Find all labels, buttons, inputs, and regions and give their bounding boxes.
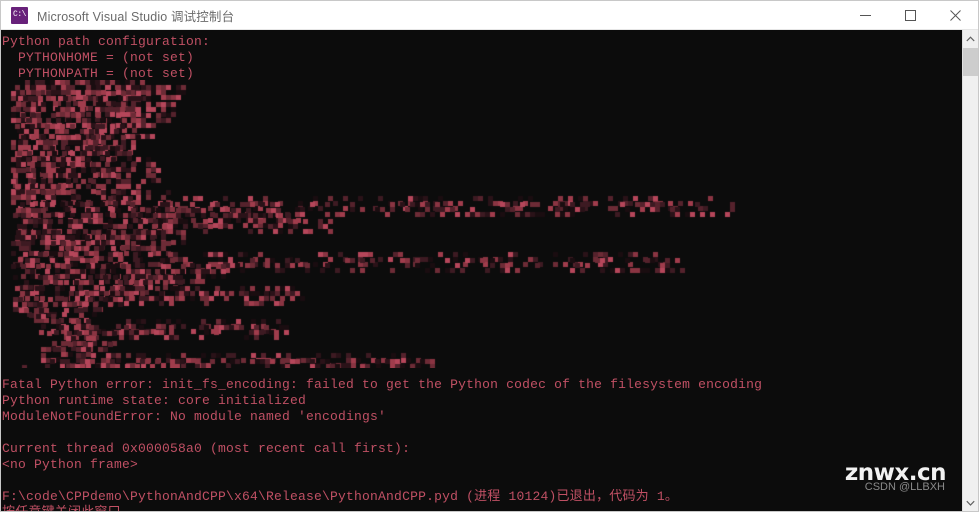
console-line: <no Python frame> bbox=[2, 457, 139, 472]
console-line: Current thread 0x000058a0 (most recent c… bbox=[2, 441, 411, 456]
close-button[interactable] bbox=[933, 1, 978, 30]
minimize-icon bbox=[860, 15, 871, 16]
console-line: Python path configuration: bbox=[2, 34, 211, 49]
console-line: 按任意键关闭此窗口. . . bbox=[2, 505, 161, 511]
console-line: Fatal Python error: init_fs_encoding: fa… bbox=[2, 377, 763, 392]
vertical-scrollbar[interactable] bbox=[962, 30, 978, 511]
window-controls bbox=[843, 1, 978, 30]
scroll-down-button[interactable] bbox=[963, 494, 978, 511]
window-title: Microsoft Visual Studio 调试控制台 bbox=[37, 9, 235, 24]
app-icon-glyph: C:\ bbox=[13, 10, 26, 19]
console-line: PYTHONHOME = (not set) bbox=[2, 50, 195, 65]
console-line: F:\code\CPPdemo\PythonAndCPP\x64\Release… bbox=[2, 489, 679, 504]
console-window: C:\ Microsoft Visual Studio 调试控制台 Python… bbox=[0, 0, 979, 512]
chevron-down-icon bbox=[966, 500, 975, 506]
scroll-up-button[interactable] bbox=[963, 30, 978, 47]
console-line: Python runtime state: core initialized bbox=[2, 393, 307, 408]
scrollbar-thumb[interactable] bbox=[963, 48, 978, 76]
console-line: ModuleNotFoundError: No module named 'en… bbox=[2, 409, 387, 424]
minimize-button[interactable] bbox=[843, 1, 888, 30]
maximize-button[interactable] bbox=[888, 1, 933, 30]
console-app-icon: C:\ bbox=[11, 6, 28, 24]
close-icon bbox=[950, 10, 961, 21]
title-bar[interactable]: C:\ Microsoft Visual Studio 调试控制台 bbox=[1, 1, 978, 30]
console-output-area[interactable]: Python path configuration: PYTHONHOME = … bbox=[1, 30, 963, 511]
redacted-output-mosaic bbox=[1, 80, 761, 368]
chevron-up-icon bbox=[966, 35, 975, 41]
console-line: PYTHONPATH = (not set) bbox=[2, 66, 195, 81]
maximize-icon bbox=[905, 10, 916, 21]
